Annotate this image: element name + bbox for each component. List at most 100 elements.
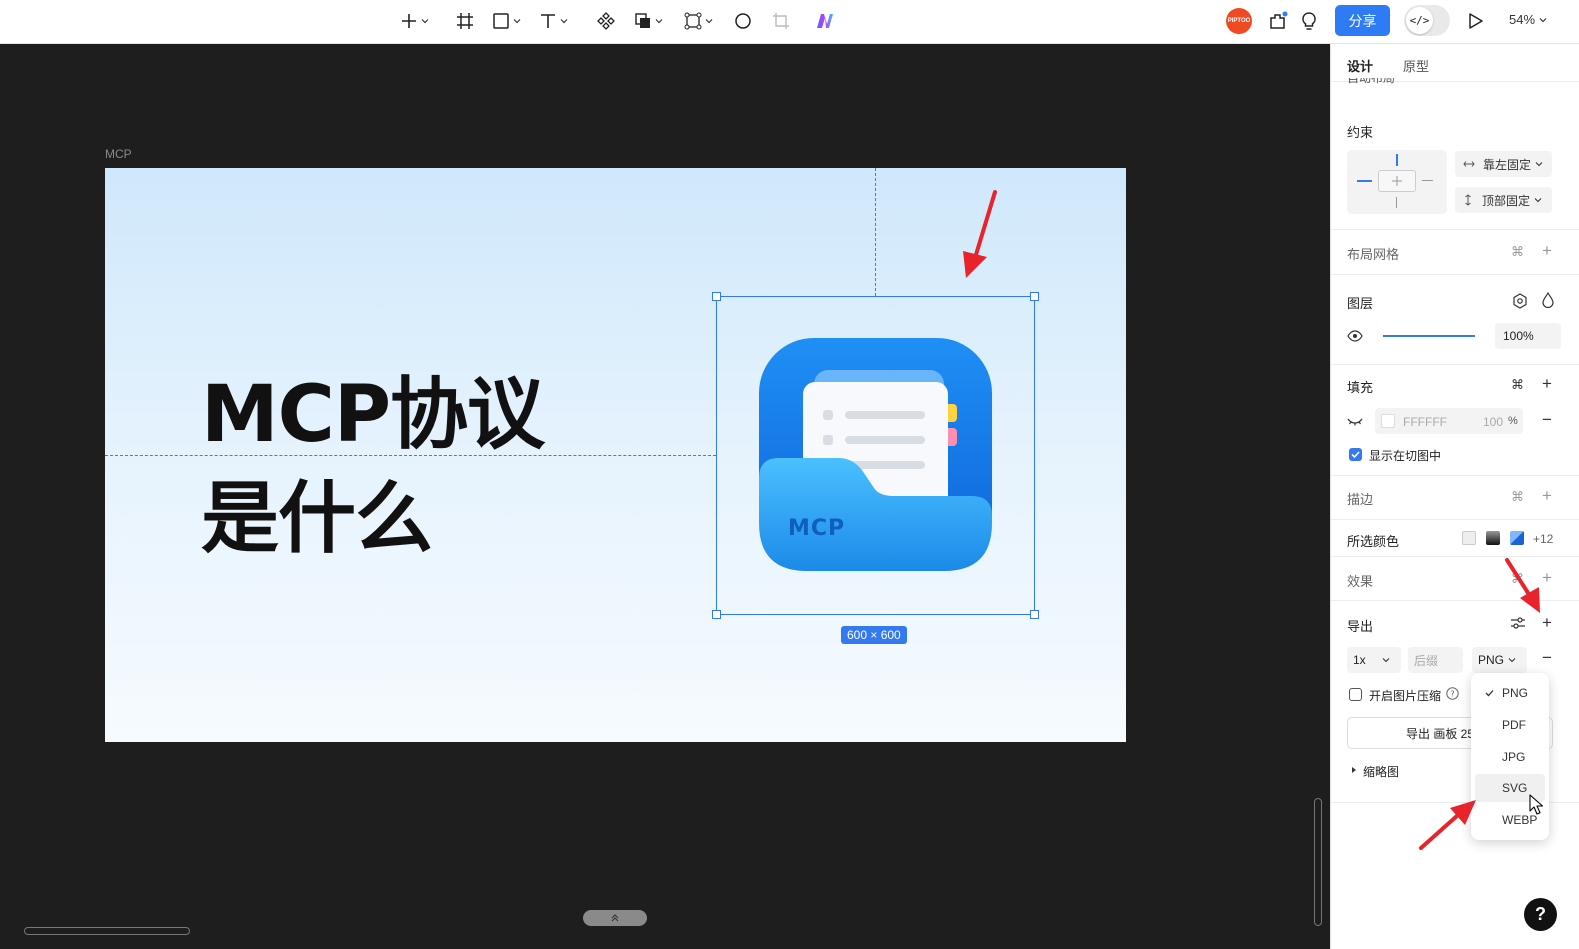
constraint-right[interactable] bbox=[1422, 180, 1433, 181]
fill-color-field[interactable]: FFFFFF 100 % bbox=[1375, 408, 1523, 434]
headline-line-1: MCP协议 bbox=[201, 370, 545, 460]
add-tool-button[interactable] bbox=[400, 8, 429, 34]
code-icon: </> bbox=[1406, 7, 1433, 34]
vertical-constraint-select[interactable]: 顶部固定 bbox=[1455, 187, 1552, 213]
styles-icon[interactable]: ⌘ bbox=[1511, 244, 1524, 260]
boolean-tool-button[interactable] bbox=[634, 8, 663, 34]
add-fill-icon[interactable]: + bbox=[1542, 374, 1552, 394]
vector-network-tool-button[interactable] bbox=[684, 8, 713, 34]
more-colors-count[interactable]: +12 bbox=[1533, 532, 1553, 546]
chevron-down-icon bbox=[513, 19, 521, 24]
show-in-export-checkbox[interactable] bbox=[1349, 448, 1362, 461]
format-option-png[interactable]: PNG bbox=[1475, 679, 1545, 707]
constraint-left-active[interactable] bbox=[1357, 180, 1372, 182]
add-export-icon[interactable]: + bbox=[1542, 613, 1552, 633]
resize-handle-bottom-right[interactable] bbox=[1030, 610, 1039, 619]
fill-hex[interactable]: FFFFFF bbox=[1403, 415, 1447, 429]
fill-swatch[interactable] bbox=[1381, 414, 1395, 428]
inspiration-button[interactable] bbox=[1300, 8, 1318, 34]
chevron-down-icon bbox=[705, 19, 713, 24]
horizontal-constraint-select[interactable]: 靠左固定 bbox=[1455, 151, 1552, 177]
component-tool-button[interactable] bbox=[597, 8, 615, 34]
zoom-value: 54% bbox=[1509, 12, 1536, 27]
effects-styles-icon[interactable]: ⌘ bbox=[1511, 571, 1524, 587]
chevron-down-icon bbox=[655, 19, 663, 24]
format-option-pdf[interactable]: PDF bbox=[1475, 711, 1545, 739]
divider bbox=[1331, 274, 1579, 275]
constraint-center[interactable] bbox=[1378, 170, 1416, 192]
color-swatch-dark[interactable] bbox=[1486, 531, 1500, 545]
rectangle-icon bbox=[493, 13, 509, 29]
remove-fill-icon[interactable]: − bbox=[1542, 410, 1552, 430]
crop-tool-button[interactable] bbox=[772, 8, 790, 34]
blend-mode-icon[interactable] bbox=[1512, 293, 1528, 309]
color-swatch-light[interactable] bbox=[1462, 531, 1476, 545]
constraint-top-active[interactable] bbox=[1396, 154, 1398, 166]
constraint-widget[interactable] bbox=[1347, 150, 1447, 214]
frame-tool-button[interactable] bbox=[456, 8, 474, 34]
thumbnail-label[interactable]: 缩略图 bbox=[1363, 763, 1399, 780]
dev-mode-toggle[interactable]: </> bbox=[1404, 5, 1450, 36]
selected-colors-title: 所选颜色 bbox=[1347, 534, 1400, 549]
add-effect-icon[interactable]: + bbox=[1542, 568, 1552, 588]
constraint-bottom[interactable] bbox=[1396, 197, 1397, 208]
tab-prototype[interactable]: 原型 bbox=[1403, 56, 1429, 75]
chevron-down-icon bbox=[1508, 658, 1516, 663]
horizontal-scrollbar[interactable] bbox=[24, 927, 190, 935]
export-format-select[interactable]: PNG bbox=[1472, 647, 1527, 673]
divider bbox=[1331, 600, 1579, 601]
ai-logo-button[interactable] bbox=[815, 8, 835, 34]
ai-logo-icon bbox=[817, 14, 833, 28]
lightbulb-icon bbox=[1302, 12, 1316, 30]
headline-text[interactable]: MCP协议 是什么 bbox=[201, 363, 545, 571]
divider bbox=[1331, 519, 1579, 520]
vertical-arrows-icon bbox=[1465, 194, 1471, 206]
compress-label: 开启图片压缩 bbox=[1369, 689, 1442, 703]
resize-handle-bottom-left[interactable] bbox=[712, 610, 721, 619]
text-tool-button[interactable] bbox=[539, 8, 568, 34]
smart-guide-horizontal bbox=[105, 455, 716, 456]
help-circle-icon[interactable]: ? bbox=[1446, 687, 1459, 700]
opacity-field[interactable]: 100% bbox=[1495, 323, 1561, 349]
fill-styles-icon[interactable]: ⌘ bbox=[1511, 377, 1524, 393]
resize-handle-top-left[interactable] bbox=[712, 292, 721, 301]
ellipse-icon bbox=[735, 13, 751, 29]
remove-export-icon[interactable]: − bbox=[1542, 648, 1552, 668]
chevron-down-icon bbox=[1382, 658, 1390, 663]
export-suffix-input[interactable]: 后缀 bbox=[1408, 647, 1463, 673]
frame-name-label[interactable]: MCP bbox=[105, 147, 132, 161]
plugins-button[interactable] bbox=[1268, 8, 1288, 34]
color-swatch-blue[interactable] bbox=[1510, 531, 1524, 545]
resize-handle-top-right[interactable] bbox=[1030, 292, 1039, 301]
artboard-frame[interactable]: MCP协议 是什么 MCP 600 × 600 bbox=[105, 168, 1126, 742]
selection-size-badge: 600 × 600 bbox=[841, 626, 907, 644]
double-chevron-up-icon bbox=[611, 914, 619, 922]
ellipse-tool-button[interactable] bbox=[734, 8, 752, 34]
present-button[interactable] bbox=[1466, 8, 1484, 34]
add-stroke-icon[interactable]: + bbox=[1542, 486, 1552, 506]
compress-checkbox[interactable] bbox=[1349, 688, 1362, 701]
export-scale-select[interactable]: 1x bbox=[1347, 647, 1401, 673]
eye-closed-icon[interactable] bbox=[1347, 416, 1363, 426]
triangle-right-icon[interactable] bbox=[1351, 767, 1357, 773]
drop-icon[interactable] bbox=[1541, 292, 1555, 308]
top-toolbar: PIPTOO 分享 </> 54% bbox=[0, 0, 1579, 44]
selection-box[interactable] bbox=[712, 292, 1039, 619]
rectangle-tool-button[interactable] bbox=[492, 8, 521, 34]
fill-opacity[interactable]: 100 bbox=[1483, 415, 1503, 429]
zoom-dropdown[interactable]: 54% bbox=[1509, 12, 1547, 27]
help-button[interactable]: ? bbox=[1524, 898, 1557, 931]
mouse-cursor-icon bbox=[1529, 794, 1543, 815]
vector-network-icon bbox=[684, 12, 702, 30]
add-layout-grid-icon[interactable]: + bbox=[1542, 241, 1552, 261]
vertical-scrollbar[interactable] bbox=[1314, 798, 1322, 926]
stroke-styles-icon[interactable]: ⌘ bbox=[1511, 489, 1524, 505]
settings-sliders-icon[interactable] bbox=[1510, 616, 1526, 630]
tab-design[interactable]: 设计 bbox=[1347, 56, 1373, 75]
opacity-slider[interactable] bbox=[1383, 335, 1475, 337]
user-avatar[interactable]: PIPTOO bbox=[1226, 8, 1252, 34]
share-button[interactable]: 分享 bbox=[1335, 5, 1390, 36]
eye-icon[interactable] bbox=[1347, 330, 1363, 342]
expand-pages-button[interactable] bbox=[583, 910, 647, 926]
format-option-jpg[interactable]: JPG bbox=[1475, 743, 1545, 771]
